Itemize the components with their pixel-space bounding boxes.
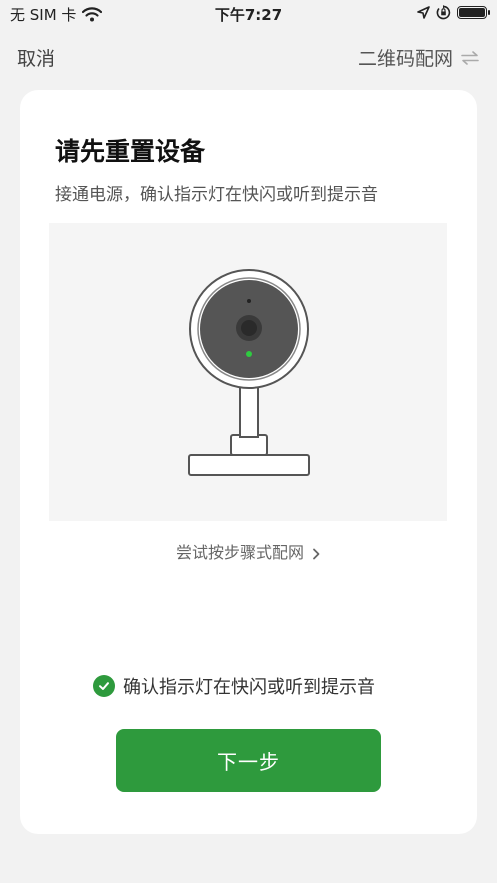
page-title: 请先重置设备	[55, 137, 206, 166]
location-icon	[417, 6, 430, 19]
step-config-link[interactable]: 尝试按步骤式配网	[20, 539, 477, 563]
reset-device-card: 请先重置设备 接通电源，确认指示灯在快闪或听到提示音 尝试按步骤式配网 确认指示…	[20, 90, 477, 834]
camera-icon	[188, 269, 310, 476]
qr-config-label: 二维码配网	[357, 48, 453, 70]
page-subtitle: 接通电源，确认指示灯在快闪或听到提示音	[55, 185, 378, 205]
qr-config-button[interactable]: 二维码配网	[358, 44, 479, 71]
step-config-label: 尝试按步骤式配网	[175, 543, 304, 562]
status-bar: 无 SIM 卡 下午7:27	[0, 0, 497, 28]
status-right	[417, 5, 490, 20]
confirm-label: 确认指示灯在快闪或听到提示音	[123, 677, 375, 698]
check-icon	[93, 675, 115, 697]
rotation-lock-icon	[436, 5, 451, 20]
cancel-button[interactable]: 取消	[17, 44, 55, 71]
battery-icon	[457, 6, 490, 19]
nav-bar: 取消 二维码配网	[0, 36, 497, 76]
camera-illustration	[49, 223, 447, 521]
switch-arrows-icon	[461, 50, 479, 65]
next-step-button[interactable]: 下一步	[116, 729, 381, 792]
chevron-right-icon	[313, 548, 320, 559]
confirm-checkbox[interactable]: 确认指示灯在快闪或听到提示音	[93, 673, 375, 699]
